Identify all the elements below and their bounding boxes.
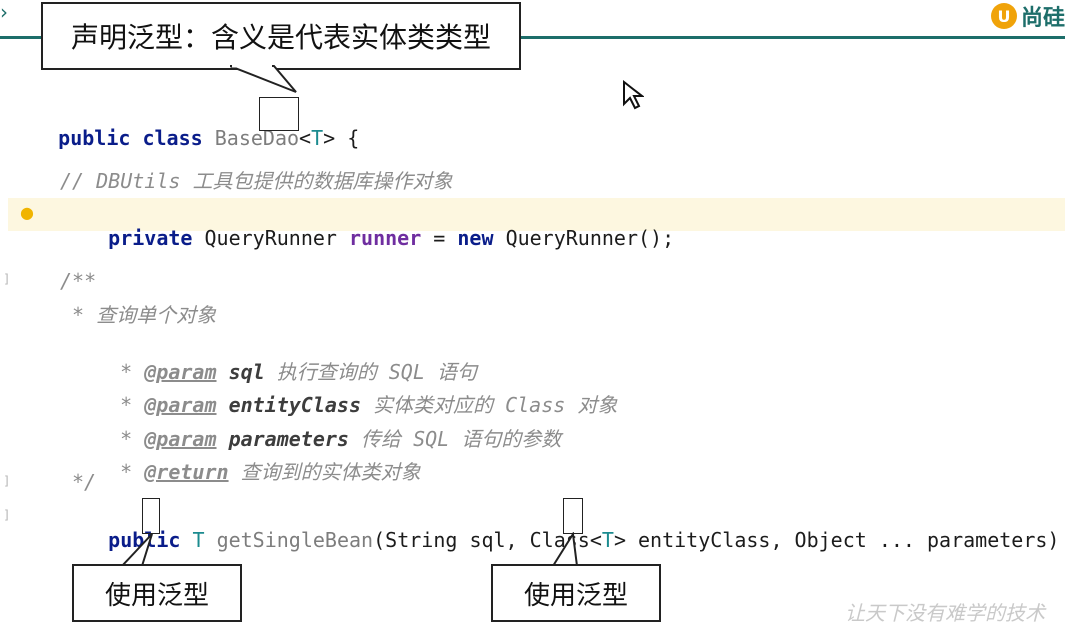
type-param-highlight-box xyxy=(259,97,299,131)
callout-text: 使用泛型 xyxy=(523,580,628,611)
method-name: getSingleBean xyxy=(216,528,374,552)
javadoc-param-entity: * @param entityClass 实体类对应的 Class 对象 xyxy=(0,365,1065,417)
return-type-param: T xyxy=(192,528,205,552)
use-generic-callout-left: 使用泛型 xyxy=(72,564,242,622)
code-line-comment: // DBUtils 工具包提供的数据库操作对象 xyxy=(0,165,1065,198)
type-param: T xyxy=(311,126,324,150)
callout-text: 声明泛型：含义是代表实体类类型 xyxy=(70,21,491,54)
assign-op: = xyxy=(421,226,458,250)
logo-icon: U xyxy=(990,3,1017,29)
brand-logo: U 尚硅 xyxy=(990,0,1065,32)
keyword-public: public xyxy=(58,126,131,150)
code-line-field: ● private QueryRunner runner = new Query… xyxy=(8,198,1065,250)
chevron-right-icon: › xyxy=(0,0,8,24)
open-brace: { xyxy=(335,126,360,150)
arg-type-param: T xyxy=(601,528,614,552)
angle-close: > xyxy=(323,126,336,150)
method-args-2: > entityClass, Object ... parameters) { xyxy=(613,528,1065,552)
lightbulb-icon[interactable]: ● xyxy=(20,203,34,222)
keyword-class: class xyxy=(142,126,203,150)
field-runner: runner xyxy=(349,226,422,250)
type-query-runner: QueryRunner xyxy=(204,226,337,250)
angle-open: < xyxy=(299,126,312,150)
arg-type-highlight-box xyxy=(563,498,583,534)
javadoc-open: /** xyxy=(0,265,1065,298)
javadoc-close-text: */ xyxy=(72,470,97,494)
ctor-call: QueryRunner(); xyxy=(505,226,675,250)
javadoc-close: */ xyxy=(0,466,1065,499)
javadoc-summary-text: * 查询单个对象 xyxy=(72,303,217,327)
javadoc-param-parameters: * @param parameters 传给 SQL 语句的参数 xyxy=(0,399,1065,451)
line-comment: // DBUtils 工具包提供的数据库操作对象 xyxy=(60,169,453,193)
javadoc-param-sql: * @param sql 执行查询的 SQL 语句 xyxy=(0,332,1065,384)
watermark: 让天下没有难学的技术 xyxy=(845,601,1045,625)
javadoc-summary: * 查询单个对象 xyxy=(0,299,1065,332)
callout-pointer-left xyxy=(120,533,153,567)
javadoc-open-text: /** xyxy=(60,269,97,293)
code-line-class-decl: public class BaseDao<T> { xyxy=(0,98,1065,150)
declare-generic-callout: 声明泛型：含义是代表实体类类型 xyxy=(41,2,521,70)
javadoc-return: * @return 查询到的实体类对象 xyxy=(0,432,1065,484)
keyword-private: private xyxy=(108,226,193,250)
callout-pointer-right xyxy=(551,532,579,567)
use-generic-callout-right: 使用泛型 xyxy=(491,564,661,622)
logo-text: 尚硅 xyxy=(1020,6,1065,31)
return-type-highlight-box xyxy=(142,498,160,534)
callout-text: 使用泛型 xyxy=(104,580,209,611)
callout-pointer xyxy=(230,64,297,93)
keyword-new: new xyxy=(457,226,494,250)
